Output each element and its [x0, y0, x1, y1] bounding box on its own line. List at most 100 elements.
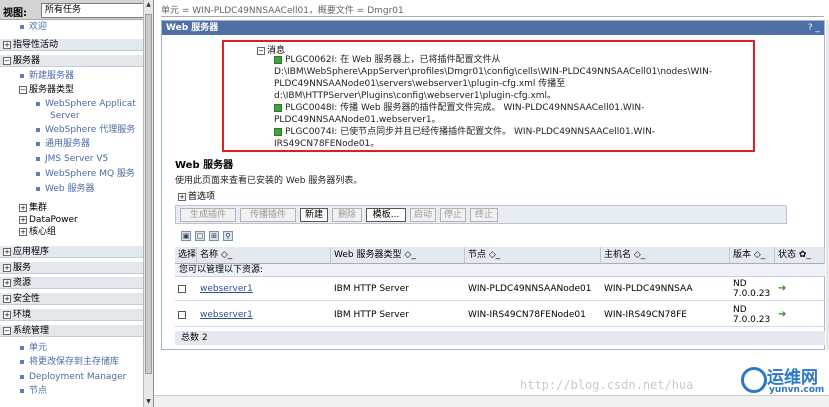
nav-item--[interactable]: + 资源	[0, 276, 144, 289]
nav-item--[interactable]: + 服务	[0, 261, 144, 274]
row-type: IBM HTTP Server	[331, 277, 465, 301]
nav-item--[interactable]: + 环境	[0, 308, 144, 321]
server-link[interactable]: webserver1	[200, 284, 253, 294]
started-status-icon: ➔	[778, 283, 787, 294]
nav-item--[interactable]: − 服务器	[0, 54, 144, 67]
nav-item-label: 安全性	[13, 294, 41, 304]
nav-item-jms-server-v5[interactable]: JMS Server V5	[36, 153, 108, 166]
templates-button[interactable]: 模板...	[366, 208, 406, 222]
nav-item-label: WebSphere 代理服务	[45, 125, 136, 135]
nav-item-label: 核心组	[29, 227, 57, 237]
started-status-icon: ➔	[778, 309, 787, 320]
messages-box: − 消息 PLGC0062I: 在 Web 服务器上，已将插件配置文件从 D:\I…	[222, 40, 755, 152]
expand-icon[interactable]: +	[3, 263, 11, 272]
start-button[interactable]: 启动	[410, 208, 436, 222]
nav-item-label: 服务	[13, 263, 32, 273]
col-name[interactable]: 名称 ◇_	[197, 247, 331, 264]
nav-item-label: 将更改保存到主存储库	[29, 357, 120, 367]
view-select[interactable]: 所有任务	[41, 3, 151, 18]
nav-item--[interactable]: + 安全性	[0, 292, 144, 305]
nav-item-deployment-manager[interactable]: Deployment Manager	[20, 371, 126, 384]
row-type: IBM HTTP Server	[331, 303, 465, 327]
row-host: WIN-PLDC49NNSAA	[601, 277, 730, 301]
server-link[interactable]: webserver1	[200, 310, 253, 320]
nav-item-label: Server	[50, 111, 80, 121]
nav-item--[interactable]: + 核心组	[16, 226, 56, 239]
horizontal-scrollbar[interactable]	[154, 395, 829, 407]
portlet-help-minimize-icon[interactable]: ? _	[808, 21, 820, 35]
scroll-down-icon[interactable]: ▼	[145, 397, 152, 407]
expand-icon[interactable]: +	[3, 278, 11, 287]
nav-item-websphere-[interactable]: WebSphere 代理服务	[36, 124, 135, 137]
nav-item--[interactable]: + 应用程序	[0, 245, 144, 258]
nav-item-label: Deployment Manager	[29, 372, 127, 382]
bullet-icon	[36, 171, 40, 176]
nav-item--[interactable]: 通用服务器	[36, 138, 90, 151]
collapse-icon[interactable]: −	[257, 46, 265, 55]
expand-icon[interactable]: +	[3, 310, 11, 319]
expand-icon[interactable]: +	[178, 192, 186, 201]
nav-item--[interactable]: + 指导性活动	[0, 38, 144, 51]
nav-item-label: 欢迎	[29, 22, 48, 32]
nav-item--[interactable]: 欢迎	[20, 21, 47, 34]
bullet-icon	[36, 127, 40, 132]
nav-item-label: 通用服务器	[45, 139, 91, 149]
collapse-icon[interactable]: −	[19, 85, 27, 94]
show-filter-icon[interactable]: ⊞	[209, 231, 219, 241]
collapse-icon[interactable]: −	[3, 56, 11, 65]
expand-icon[interactable]: +	[19, 215, 27, 224]
bullet-icon	[20, 388, 24, 393]
nav-item-label: 指导性活动	[13, 40, 59, 50]
nav-item--[interactable]: − 系统管理	[0, 324, 144, 337]
expand-icon[interactable]: +	[3, 40, 11, 49]
clear-filter-icon[interactable]: ⚲	[223, 231, 233, 241]
nav-item--[interactable]: 单元	[20, 342, 47, 355]
col-host[interactable]: 主机名 ◇_	[601, 247, 730, 264]
nav-scrollbar[interactable]: ▲ ▼	[143, 0, 153, 407]
terminate-button[interactable]: 终止	[470, 208, 498, 222]
row-checkbox[interactable]	[178, 284, 186, 293]
col-node[interactable]: 节点 ◇_	[465, 247, 601, 264]
col-version[interactable]: 版本 ◇_	[730, 247, 775, 264]
propagate-plugin-button[interactable]: 传播插件	[240, 208, 296, 222]
bullet-icon	[36, 141, 40, 146]
nav-item-label: WebSphere Applicat	[45, 99, 136, 109]
expand-icon[interactable]: +	[3, 247, 11, 256]
scroll-thumb[interactable]	[145, 14, 152, 374]
preferences-toggle[interactable]: + 首选项	[175, 189, 215, 202]
nav-item-websphere-mq-[interactable]: WebSphere MQ 服务	[36, 168, 135, 181]
col-type[interactable]: Web 服务器类型 ◇_	[331, 247, 465, 264]
bullet-icon	[20, 24, 24, 29]
nav-item-server[interactable]: Server	[50, 110, 80, 123]
deselect-all-icon[interactable]: □	[195, 231, 205, 241]
success-icon	[274, 103, 282, 112]
nav-item-label: 服务器	[13, 56, 41, 66]
bullet-icon	[36, 156, 40, 161]
stop-button[interactable]: 停止	[440, 208, 466, 222]
nav-item-label: 应用程序	[13, 247, 50, 257]
table-subheader: 您可以管理以下资源:	[175, 264, 825, 277]
expand-icon[interactable]: +	[19, 227, 27, 236]
nav-item-web-[interactable]: Web 服务器	[36, 183, 94, 196]
message-item: PLGC0074I: 已使节点同步并且已经传播插件配置文件。 WIN-PLDC4…	[274, 127, 656, 149]
row-version: ND 7.0.0.23	[730, 277, 775, 301]
scroll-up-icon[interactable]: ▲	[145, 0, 152, 10]
nav-item--[interactable]: 新建服务器	[20, 70, 74, 83]
nav-item--[interactable]: 节点	[20, 385, 47, 398]
collapse-icon[interactable]: −	[3, 326, 11, 335]
nav-item--[interactable]: − 服务器类型	[16, 84, 74, 97]
generate-plugin-button[interactable]: 生成插件	[180, 208, 236, 222]
row-host: WIN-IRS49CN78FE	[601, 303, 730, 327]
nav-item-label: 新建服务器	[29, 71, 75, 81]
nav-item-label: 服务器类型	[29, 85, 75, 95]
expand-icon[interactable]: +	[3, 294, 11, 303]
expand-icon[interactable]: +	[19, 203, 27, 212]
col-status[interactable]: 状态 ✿_	[775, 247, 825, 264]
new-button[interactable]: 新建	[300, 208, 328, 222]
select-all-icon[interactable]: ▣	[181, 231, 191, 241]
row-checkbox[interactable]	[178, 310, 186, 319]
bullet-icon	[20, 345, 24, 350]
row-name: webserver1	[197, 277, 331, 301]
delete-button[interactable]: 删除	[332, 208, 362, 222]
nav-item--[interactable]: 将更改保存到主存储库	[20, 356, 119, 369]
